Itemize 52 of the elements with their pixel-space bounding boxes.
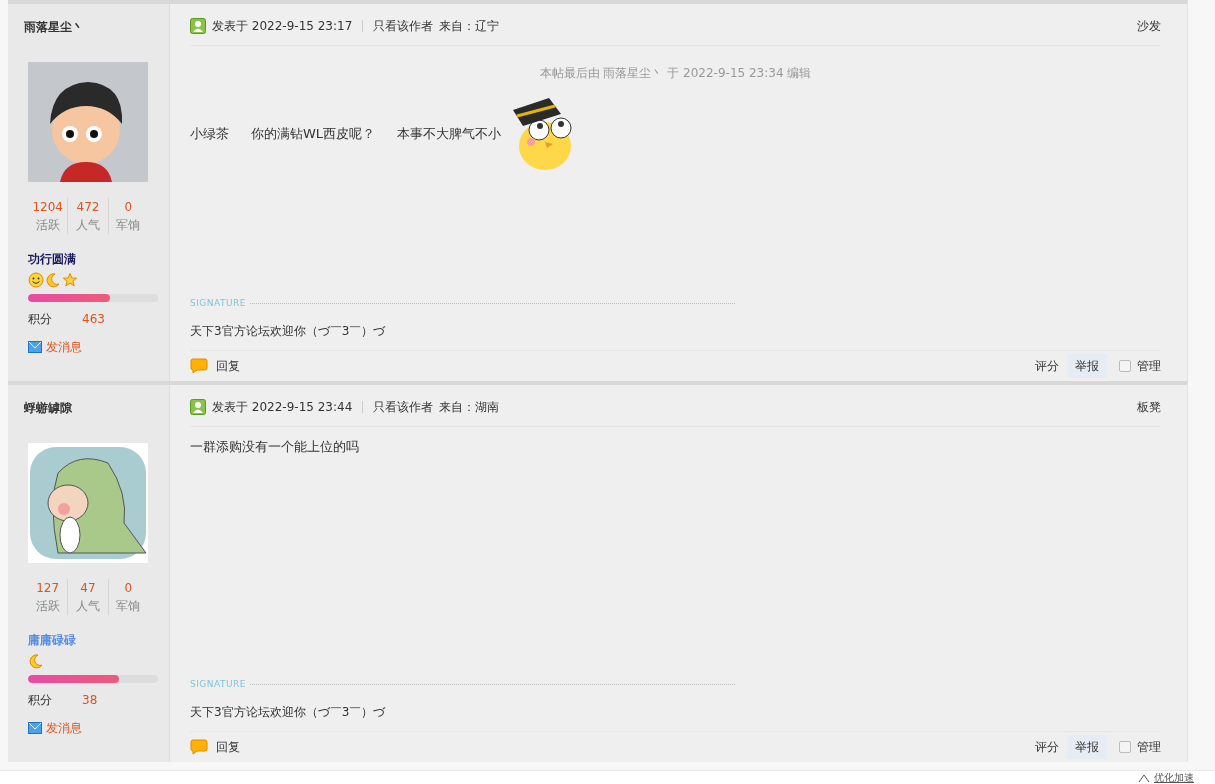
post-text: 你的满钻WL西皮呢？ xyxy=(251,125,376,144)
speedup-label: 优化加速 xyxy=(1154,772,1194,784)
stat-label: 活跃 xyxy=(34,217,61,234)
stat-label: 人气 xyxy=(75,598,101,615)
moon-icon xyxy=(45,272,61,288)
action-link[interactable]: 举报 xyxy=(1067,735,1107,759)
stat-label: 活跃 xyxy=(34,598,61,615)
user-icon xyxy=(190,17,206,34)
signature-text: 天下3官方论坛欢迎你（づ￣3￣）づ xyxy=(190,703,1161,732)
envelope-icon xyxy=(28,341,42,353)
speedup-link[interactable]: 优化加速 xyxy=(1138,772,1194,784)
signature-text: 天下3官方论坛欢迎你（づ￣3￣）づ xyxy=(190,322,1161,351)
points-value: 463 xyxy=(82,311,105,328)
username-link[interactable]: 蜉蝣罅隙 xyxy=(24,399,169,417)
points-value: 38 xyxy=(82,692,98,709)
post-text: 小绿茶 xyxy=(190,125,229,144)
manage-label: 管理 xyxy=(1137,739,1161,756)
stat-label: 军饷 xyxy=(115,217,142,234)
action-link[interactable]: 评分 xyxy=(1027,354,1067,378)
action-link[interactable]: 举报 xyxy=(1067,354,1107,378)
reply-link[interactable]: 回复 xyxy=(190,357,240,375)
post-time: 发表于 2022-9-15 23:44 xyxy=(212,398,353,416)
manage-label: 管理 xyxy=(1137,358,1161,375)
floor-label: 沙发 xyxy=(1137,17,1161,35)
manage-checkbox[interactable] xyxy=(1119,741,1131,753)
post-location: 来自：湖南 xyxy=(439,398,500,416)
points-label: 积分 xyxy=(28,311,52,328)
post-time: 发表于 2022-9-15 23:17 xyxy=(212,17,353,35)
user-icon xyxy=(190,398,206,415)
speech-bubble-icon xyxy=(190,358,208,374)
edit-note: 本帖最后由 雨落星尘丶 于 2022-9-15 23:34 编辑 xyxy=(538,65,813,82)
post-text: 一群添购没有一个能上位的吗 xyxy=(190,438,359,456)
floor-label: 板凳 xyxy=(1137,398,1161,416)
action-link[interactable]: 评分 xyxy=(1027,735,1067,759)
author-only-link[interactable]: 只看该作者 xyxy=(373,397,434,416)
post-location: 来自：辽宁 xyxy=(439,17,500,35)
stat-label: 人气 xyxy=(75,217,101,234)
rank-title[interactable]: 功行圆满 xyxy=(28,250,169,268)
author-only-link[interactable]: 只看该作者 xyxy=(373,16,434,35)
reply-link[interactable]: 回复 xyxy=(190,738,240,756)
smiley-icon xyxy=(28,272,44,288)
moon-icon xyxy=(28,653,44,669)
points-label: 积分 xyxy=(28,692,52,709)
manage-checkbox[interactable] xyxy=(1119,360,1131,372)
envelope-icon xyxy=(28,722,42,734)
signature-label: SIGNATURE xyxy=(190,296,247,310)
signature-label: SIGNATURE xyxy=(190,677,247,691)
username-link[interactable]: 雨落星尘丶 xyxy=(24,18,169,36)
stat-label: 军饷 xyxy=(115,598,142,615)
post-text: 本事不大脾气不小 xyxy=(397,125,502,144)
speech-bubble-icon xyxy=(190,739,208,755)
star-icon xyxy=(62,272,78,288)
